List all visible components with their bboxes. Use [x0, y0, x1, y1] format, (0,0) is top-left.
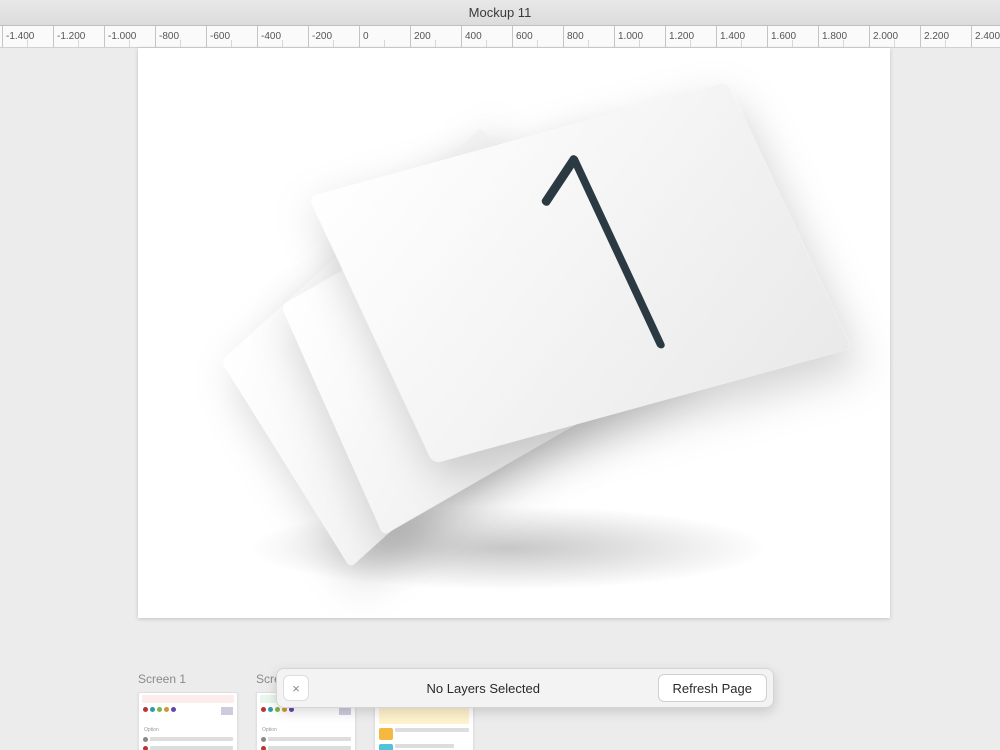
ruler-tick: 0 — [359, 26, 369, 47]
close-icon: × — [292, 681, 300, 696]
ruler-tick: 400 — [461, 26, 482, 47]
ruler-tick: -800 — [155, 26, 179, 47]
ruler-tick: 600 — [512, 26, 533, 47]
ruler-tick: -1.200 — [53, 26, 85, 47]
screen-item[interactable]: Screen 1 Option — [138, 672, 238, 750]
refresh-page-button[interactable]: Refresh Page — [658, 674, 768, 702]
ruler-tick: -1.000 — [104, 26, 136, 47]
refresh-page-label: Refresh Page — [673, 681, 753, 696]
screen-thumbnail[interactable]: Option — [138, 692, 238, 750]
ruler-tick: -1.400 — [2, 26, 34, 47]
window-title: Mockup 11 — [469, 5, 532, 20]
notification-bar: × No Layers Selected Refresh Page — [276, 668, 774, 708]
canvas-area[interactable]: Screen 1 Option Screen 2 Option — [0, 48, 1000, 750]
window-titlebar: Mockup 11 — [0, 0, 1000, 26]
ruler-tick: -400 — [257, 26, 281, 47]
close-button[interactable]: × — [283, 675, 309, 701]
ruler-tick: 2.400 — [971, 26, 1000, 47]
mockup-illustration — [138, 48, 890, 618]
screen-label: Screen 1 — [138, 672, 238, 686]
notification-message: No Layers Selected — [321, 681, 646, 696]
ruler-tick: -200 — [308, 26, 332, 47]
ruler-tick: -600 — [206, 26, 230, 47]
ruler-tick: 200 — [410, 26, 431, 47]
artboard[interactable] — [138, 48, 890, 618]
ruler-tick: 800 — [563, 26, 584, 47]
ruler[interactable]: -1.400 -1.200 -1.000 -800 -600 -400 -200 0 200 40… — [0, 26, 1000, 48]
